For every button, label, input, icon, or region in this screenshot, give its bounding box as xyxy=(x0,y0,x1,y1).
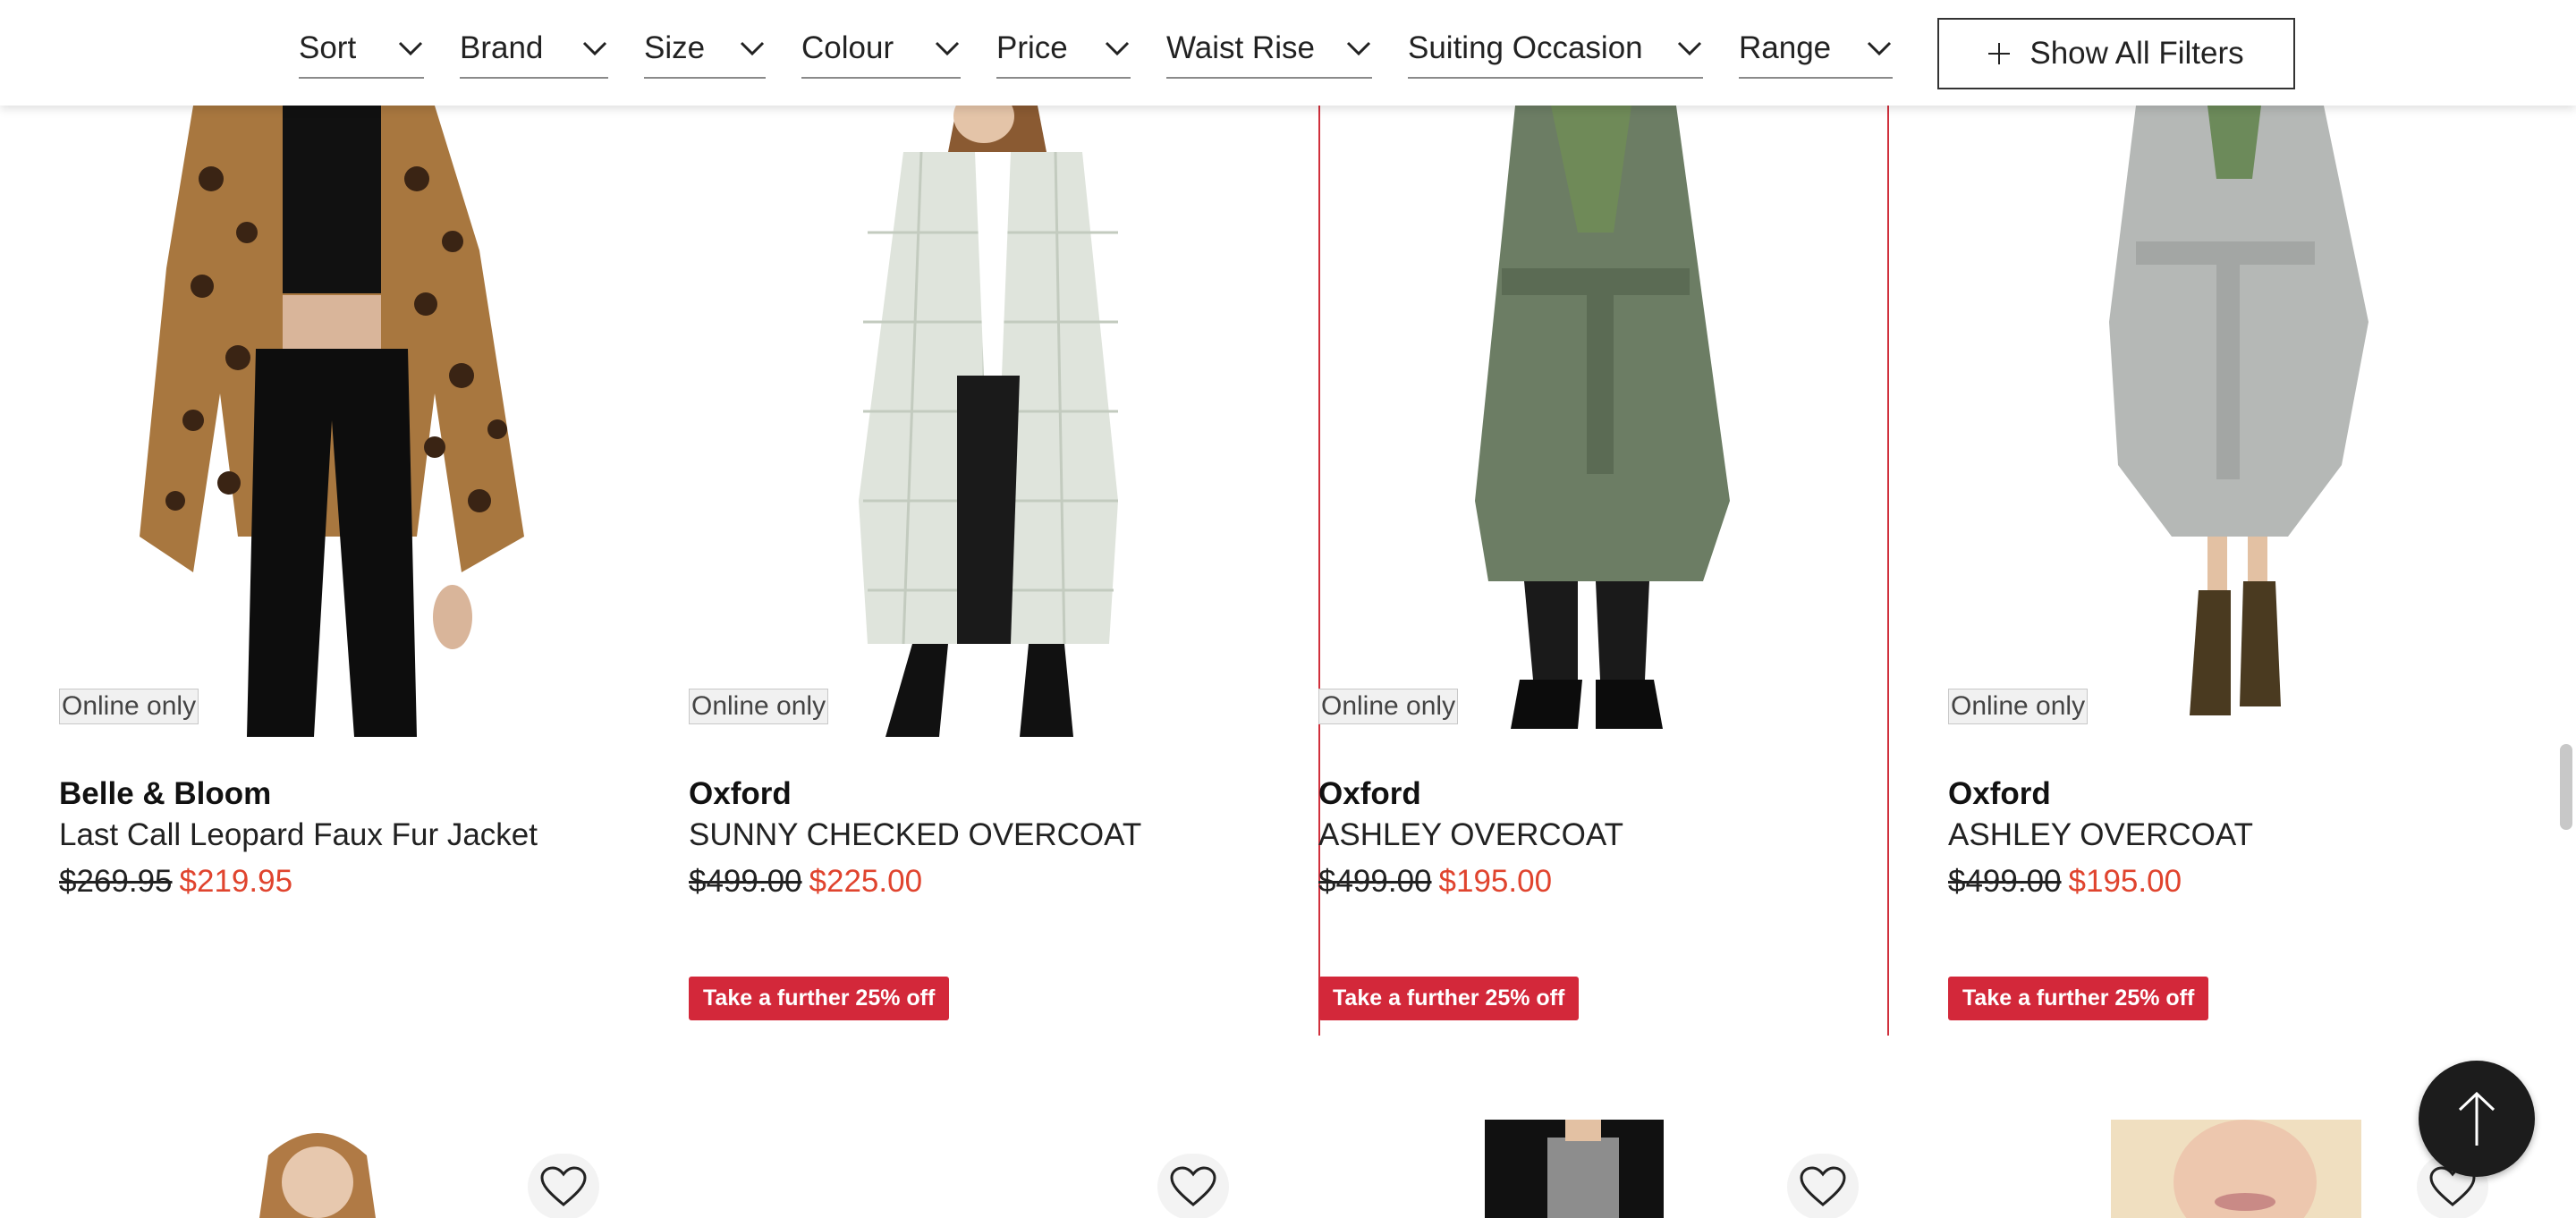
product-name[interactable]: Last Call Leopard Faux Fur Jacket xyxy=(59,817,538,853)
product-card-3[interactable]: Online only Oxford ASHLEY OVERCOAT $499.… xyxy=(1318,0,1891,1037)
was-price: $499.00 xyxy=(689,864,802,899)
wishlist-button[interactable] xyxy=(1787,1154,1859,1218)
promo-badge[interactable]: Take a further 25% off xyxy=(1948,977,2209,1020)
filter-label: Brand xyxy=(460,30,544,65)
product-image[interactable] xyxy=(1948,0,2521,737)
chevron-down-icon xyxy=(934,39,961,57)
product-image[interactable] xyxy=(59,0,631,737)
sale-price: $195.00 xyxy=(2068,864,2182,899)
product-name[interactable]: ASHLEY OVERCOAT xyxy=(1948,817,2253,853)
product-price: $499.00 $195.00 xyxy=(1318,864,1552,900)
online-only-tag: Online only xyxy=(59,689,199,724)
filter-brand[interactable]: Brand xyxy=(460,20,608,79)
back-to-top-button[interactable] xyxy=(2419,1061,2535,1177)
show-all-filters-button[interactable]: Show All Filters xyxy=(1937,18,2295,89)
filter-bar: Sort Brand Size Colour Price Waist Rise … xyxy=(0,0,2576,106)
chevron-down-icon xyxy=(739,39,766,57)
product-price: $499.00 $195.00 xyxy=(1948,864,2182,900)
filter-suiting-occasion[interactable]: Suiting Occasion xyxy=(1408,20,1703,79)
product-name[interactable]: ASHLEY OVERCOAT xyxy=(1318,817,1623,853)
filter-label: Colour xyxy=(801,30,894,65)
filter-sort[interactable]: Sort xyxy=(299,20,424,79)
arrow-up-icon xyxy=(2458,1091,2496,1146)
chevron-down-icon xyxy=(1676,39,1703,57)
heart-icon xyxy=(1800,1166,1846,1206)
chevron-down-icon xyxy=(397,39,424,57)
heart-icon xyxy=(1170,1166,1216,1206)
filter-label: Price xyxy=(996,30,1068,65)
product-image-row2-1[interactable] xyxy=(242,1120,394,1218)
show-all-filters-label: Show All Filters xyxy=(2029,36,2244,71)
chevron-down-icon xyxy=(1104,39,1131,57)
online-only-tag: Online only xyxy=(689,689,829,724)
product-image-row2-4[interactable] xyxy=(2111,1120,2361,1218)
chevron-down-icon xyxy=(581,39,608,57)
product-brand[interactable]: Belle & Bloom xyxy=(59,776,271,812)
product-brand[interactable]: Oxford xyxy=(1318,776,1421,812)
product-name[interactable]: SUNNY CHECKED OVERCOAT xyxy=(689,817,1141,853)
heart-icon xyxy=(540,1166,587,1206)
wishlist-button[interactable] xyxy=(528,1154,599,1218)
product-image[interactable] xyxy=(689,0,1261,737)
product-card-2[interactable]: Online only Oxford SUNNY CHECKED OVERCOA… xyxy=(689,0,1261,1037)
product-brand[interactable]: Oxford xyxy=(1948,776,2051,812)
sale-price: $195.00 xyxy=(1438,864,1553,899)
wishlist-button[interactable] xyxy=(1157,1154,1229,1218)
filter-waist-rise[interactable]: Waist Rise xyxy=(1166,20,1372,79)
plus-icon xyxy=(1988,43,2011,64)
online-only-tag: Online only xyxy=(1948,689,2089,724)
was-price: $499.00 xyxy=(1318,864,1432,899)
online-only-tag: Online only xyxy=(1318,689,1459,724)
filter-label: Size xyxy=(644,30,706,65)
filter-label: Waist Rise xyxy=(1166,30,1315,65)
filter-colour[interactable]: Colour xyxy=(801,20,961,79)
filter-label: Sort xyxy=(299,30,357,65)
scrollbar-thumb[interactable] xyxy=(2560,744,2572,830)
filter-size[interactable]: Size xyxy=(644,20,766,79)
filter-range[interactable]: Range xyxy=(1739,20,1893,79)
filter-label: Suiting Occasion xyxy=(1408,30,1643,65)
product-price: $269.95 $219.95 xyxy=(59,864,292,900)
promo-badge[interactable]: Take a further 25% off xyxy=(1318,977,1580,1020)
was-price: $269.95 xyxy=(59,864,173,899)
product-card-1[interactable]: Online only Belle & Bloom Last Call Leop… xyxy=(59,0,631,1037)
sale-price: $219.95 xyxy=(179,864,293,899)
product-price: $499.00 $225.00 xyxy=(689,864,922,900)
filter-label: Range xyxy=(1739,30,1832,65)
chevron-down-icon xyxy=(1345,39,1372,57)
sale-price: $225.00 xyxy=(809,864,923,899)
product-image[interactable] xyxy=(1318,0,1891,737)
product-card-4[interactable]: Online only Oxford ASHLEY OVERCOAT $499.… xyxy=(1948,0,2521,1037)
chevron-down-icon xyxy=(1866,39,1893,57)
was-price: $499.00 xyxy=(1948,864,2062,899)
promo-badge[interactable]: Take a further 25% off xyxy=(689,977,950,1020)
filter-price[interactable]: Price xyxy=(996,20,1131,79)
product-image-row2-3[interactable] xyxy=(1485,1120,1664,1218)
product-brand[interactable]: Oxford xyxy=(689,776,792,812)
